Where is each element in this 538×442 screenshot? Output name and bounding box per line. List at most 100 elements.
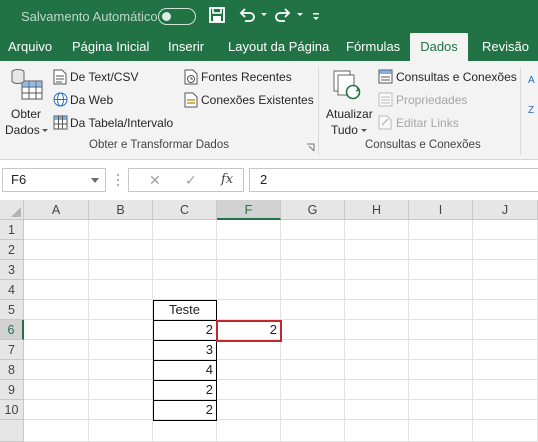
column-header-a[interactable]: A xyxy=(24,200,89,220)
cell-a3[interactable] xyxy=(24,260,89,280)
cell-c4[interactable] xyxy=(153,280,217,300)
cell-g10[interactable] xyxy=(281,400,345,420)
cell-j3[interactable] xyxy=(473,260,538,280)
cell-b6[interactable] xyxy=(89,320,153,340)
cell-h7[interactable] xyxy=(345,340,409,360)
column-header-c[interactable]: C xyxy=(153,200,217,220)
sort-z-a-icon[interactable]: Z xyxy=(528,105,534,116)
cell-f11[interactable] xyxy=(217,420,281,442)
cell-i9[interactable] xyxy=(409,380,473,400)
cell-i3[interactable] xyxy=(409,260,473,280)
cell-f4[interactable] xyxy=(217,280,281,300)
from-text-csv-button[interactable]: De Text/CSV xyxy=(53,68,175,86)
cell-a10[interactable] xyxy=(24,400,89,420)
name-box-dropdown-icon[interactable] xyxy=(91,178,99,183)
row-header-2[interactable]: 2 xyxy=(0,240,24,260)
row-header-6[interactable]: 6 xyxy=(0,320,24,340)
cell-f3[interactable] xyxy=(217,260,281,280)
cell-f8[interactable] xyxy=(217,360,281,380)
row-header-9[interactable]: 9 xyxy=(0,380,24,400)
cell-f7[interactable] xyxy=(217,340,281,360)
cell-j5[interactable] xyxy=(473,300,538,320)
cell-f9[interactable] xyxy=(217,380,281,400)
cell-f10[interactable] xyxy=(217,400,281,420)
cell-h5[interactable] xyxy=(345,300,409,320)
undo-dropdown-icon[interactable] xyxy=(261,13,267,16)
row-header-5[interactable]: 5 xyxy=(0,300,24,320)
cell-g1[interactable] xyxy=(281,220,345,240)
cell-c1[interactable] xyxy=(153,220,217,240)
cell-b5[interactable] xyxy=(89,300,153,320)
cell-c3[interactable] xyxy=(153,260,217,280)
row-header-10[interactable]: 10 xyxy=(0,400,24,420)
undo-icon[interactable] xyxy=(238,6,256,26)
cell-b8[interactable] xyxy=(89,360,153,380)
tab-inserir[interactable]: Inserir xyxy=(168,33,204,61)
column-header-h[interactable]: H xyxy=(345,200,409,220)
cell-i10[interactable] xyxy=(409,400,473,420)
cell-b11[interactable] xyxy=(89,420,153,442)
cell-a11[interactable] xyxy=(24,420,89,442)
cell-j7[interactable] xyxy=(473,340,538,360)
redo-dropdown-icon[interactable] xyxy=(297,13,303,16)
column-header-j[interactable]: J xyxy=(473,200,538,220)
cell-j2[interactable] xyxy=(473,240,538,260)
cell-a1[interactable] xyxy=(24,220,89,240)
enter-icon[interactable]: ✓ xyxy=(185,172,197,189)
cell-i11[interactable] xyxy=(409,420,473,442)
tab-revisao[interactable]: Revisão xyxy=(482,33,529,61)
cell-g2[interactable] xyxy=(281,240,345,260)
cell-j11[interactable] xyxy=(473,420,538,442)
cell-g4[interactable] xyxy=(281,280,345,300)
cell-g6[interactable] xyxy=(281,320,345,340)
cell-c8[interactable]: 4 xyxy=(153,360,217,380)
cell-a4[interactable] xyxy=(24,280,89,300)
cell-i6[interactable] xyxy=(409,320,473,340)
cell-j8[interactable] xyxy=(473,360,538,380)
column-header-f[interactable]: F xyxy=(217,200,281,220)
save-icon[interactable] xyxy=(208,6,226,26)
cell-i7[interactable] xyxy=(409,340,473,360)
cell-i8[interactable] xyxy=(409,360,473,380)
select-all-button[interactable] xyxy=(0,200,24,220)
cell-f6[interactable]: 2 xyxy=(217,320,281,340)
cell-f5[interactable] xyxy=(217,300,281,320)
cell-c5[interactable]: Teste xyxy=(153,300,217,320)
cell-h10[interactable] xyxy=(345,400,409,420)
cell-j9[interactable] xyxy=(473,380,538,400)
cell-j4[interactable] xyxy=(473,280,538,300)
cell-j10[interactable] xyxy=(473,400,538,420)
cell-h2[interactable] xyxy=(345,240,409,260)
sort-a-z-icon[interactable]: A xyxy=(528,75,535,86)
cell-h6[interactable] xyxy=(345,320,409,340)
cell-a7[interactable] xyxy=(24,340,89,360)
customize-qat-icon[interactable] xyxy=(311,6,321,26)
cell-h3[interactable] xyxy=(345,260,409,280)
cell-i4[interactable] xyxy=(409,280,473,300)
cell-c6[interactable]: 2 xyxy=(153,320,217,340)
column-header-g[interactable]: G xyxy=(281,200,345,220)
cell-i2[interactable] xyxy=(409,240,473,260)
queries-connections-button[interactable]: Consultas e Conexões xyxy=(378,68,518,86)
cell-c7[interactable]: 3 xyxy=(153,340,217,360)
cell-h8[interactable] xyxy=(345,360,409,380)
row-header-7[interactable]: 7 xyxy=(0,340,24,360)
cell-b3[interactable] xyxy=(89,260,153,280)
column-header-i[interactable]: I xyxy=(409,200,473,220)
cell-b7[interactable] xyxy=(89,340,153,360)
insert-function-icon[interactable]: fx xyxy=(221,172,233,187)
dialog-launcher-icon[interactable] xyxy=(306,143,315,152)
tab-layout-da-pagina[interactable]: Layout da Página xyxy=(228,33,329,61)
cell-b4[interactable] xyxy=(89,280,153,300)
formula-input[interactable]: 2 xyxy=(249,168,538,192)
cell-a2[interactable] xyxy=(24,240,89,260)
cell-c10[interactable]: 2 xyxy=(153,400,217,420)
cell-c11[interactable] xyxy=(153,420,217,442)
cell-j1[interactable] xyxy=(473,220,538,240)
row-header-4[interactable]: 4 xyxy=(0,280,24,300)
row-header-1[interactable]: 1 xyxy=(0,220,24,240)
cell-h4[interactable] xyxy=(345,280,409,300)
tab-dados[interactable]: Dados xyxy=(410,33,468,61)
tab-arquivo[interactable]: Arquivo xyxy=(8,33,52,61)
row-header-11[interactable] xyxy=(0,420,24,442)
